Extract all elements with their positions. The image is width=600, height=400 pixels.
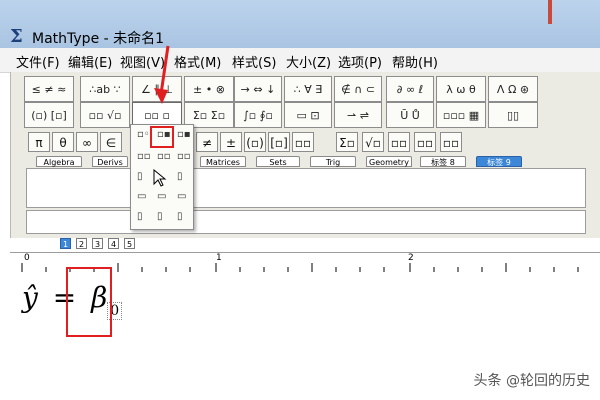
template-subscript[interactable]: ▫▫ — [414, 132, 436, 152]
palette-operators[interactable]: ± • ⊗ — [184, 76, 234, 102]
tab-sets[interactable]: Sets — [256, 156, 300, 167]
small-bar-area-2[interactable] — [26, 210, 586, 234]
title-bar: Σ MathType - 未命名1 — [0, 0, 600, 48]
template-under-a[interactable]: ▭ — [137, 191, 146, 202]
template-sqrt[interactable]: √▫ — [362, 132, 384, 152]
mathtype-app-icon: Σ — [10, 26, 23, 47]
template-left-subscript[interactable]: ▫◦ — [137, 129, 150, 140]
tab-label-8[interactable]: 标签 8 — [420, 156, 466, 167]
equation[interactable]: ŷ = β0 — [22, 281, 123, 320]
tab-label-9[interactable]: 标签 9 — [476, 156, 522, 167]
template-subsup-right[interactable]: ▫▪ — [177, 129, 191, 140]
tab-trig[interactable]: Trig — [310, 156, 356, 167]
template-right-subscript[interactable]: ▫▪ — [157, 129, 171, 140]
template-under-c[interactable]: ▭ — [177, 191, 186, 202]
palette-arrows[interactable]: → ⇔ ↓ — [234, 76, 282, 102]
palette-greek-upper[interactable]: Λ Ω ⊛ — [488, 76, 538, 102]
palette-logic[interactable]: ∴ ∀ ∃ — [284, 76, 332, 102]
template-fraction[interactable]: ▫▫ — [292, 132, 314, 152]
template-stack-a[interactable]: ▯ — [137, 171, 143, 182]
y-hat: ŷ — [22, 281, 38, 314]
mouse-cursor-icon — [153, 169, 167, 187]
window-title: MathType - 未命名1 — [32, 31, 165, 47]
template-superscript-b[interactable]: ▫▫ — [157, 151, 171, 162]
palette-greek-lower[interactable]: λ ω θ — [436, 76, 486, 102]
template-subsup[interactable]: ▫▫ — [440, 132, 462, 152]
template-brackets[interactable]: [▫] — [268, 132, 290, 152]
size-tab-1[interactable]: 1 — [60, 238, 71, 249]
template-stack-b[interactable]: ▯ — [177, 171, 183, 182]
template-under-b[interactable]: ▭ — [157, 191, 166, 202]
template-sum[interactable]: Σ▫ — [336, 132, 358, 152]
tab-algebra[interactable]: Algebra — [36, 156, 82, 167]
tab-derivs[interactable]: Derivs — [92, 156, 128, 167]
palette-relations[interactable]: ≤ ≠ ≈ — [24, 76, 74, 102]
symbol-plus-minus[interactable]: ± — [220, 132, 242, 152]
beta-symbol: β — [91, 281, 108, 314]
menu-options[interactable]: 选项(P) — [338, 52, 382, 71]
menu-file[interactable]: 文件(F) — [16, 52, 60, 71]
palette-products[interactable]: Ū Ů — [386, 102, 434, 128]
equals-sign: = — [52, 281, 77, 314]
template-over-c[interactable]: ▯ — [177, 211, 183, 222]
subscript-templates-dropdown: ▫◦ ▫▪ ▫▪ ▫▫ ▫▫ ▫▫ ▯ ▯ ▭ ▭ ▭ ▯ ▯ ▯ — [130, 124, 194, 230]
ruler-ticks — [21, 263, 579, 272]
symbol-not-equal[interactable]: ≠ — [196, 132, 218, 152]
symbol-theta[interactable]: θ — [52, 132, 74, 152]
tab-geometry[interactable]: Geometry — [366, 156, 412, 167]
menu-style[interactable]: 样式(S) — [232, 52, 276, 71]
tab-matrices[interactable]: Matrices — [200, 156, 246, 167]
menu-edit[interactable]: 编辑(E) — [68, 52, 112, 71]
small-bar-area[interactable] — [26, 168, 586, 208]
ruler-mark-2: 2 — [408, 253, 414, 263]
palette-labeled-arrows[interactable]: ⇀ ⇌ — [334, 102, 382, 128]
palette-fences[interactable]: (▫) [▫] — [24, 102, 74, 128]
red-arrow-icon — [154, 45, 170, 104]
menu-size[interactable]: 大小(Z) — [286, 52, 331, 71]
size-tab-4[interactable]: 4 — [108, 238, 119, 249]
palette-spaces[interactable]: ∴ab ∵ — [80, 76, 130, 102]
palette-integrals[interactable]: ∫▫ ∮▫ — [234, 102, 282, 128]
template-superscript-c[interactable]: ▫▫ — [177, 151, 191, 162]
subscript-slot[interactable]: 0 — [107, 302, 123, 320]
title-decoration — [548, 0, 552, 24]
symbol-element-of[interactable]: ∈ — [100, 132, 122, 152]
template-superscript[interactable]: ▫▫ — [388, 132, 410, 152]
palette-misc[interactable]: ∂ ∞ ℓ — [386, 76, 434, 102]
palette-fractions-radicals[interactable]: ▫▫ √▫ — [80, 102, 130, 128]
ruler-mark-0: 0 — [24, 253, 30, 263]
menu-format[interactable]: 格式(M) — [174, 52, 221, 71]
size-tab-2[interactable]: 2 — [76, 238, 87, 249]
template-superscript-a[interactable]: ▫▫ — [137, 151, 151, 162]
size-tab-3[interactable]: 3 — [92, 238, 103, 249]
palette-sets[interactable]: ∉ ∩ ⊂ — [334, 76, 382, 102]
menu-help[interactable]: 帮助(H) — [392, 52, 438, 71]
palette-matrices[interactable]: ▫▫▫ ▦ — [436, 102, 486, 128]
size-tab-5[interactable]: 5 — [124, 238, 135, 249]
palette-bars[interactable]: ▭ ⊡ — [284, 102, 332, 128]
template-parentheses[interactable]: (▫) — [244, 132, 266, 152]
symbol-infinity[interactable]: ∞ — [76, 132, 98, 152]
template-over-a[interactable]: ▯ — [137, 211, 143, 222]
ruler-mark-1: 1 — [216, 253, 222, 263]
symbol-pi[interactable]: π — [28, 132, 50, 152]
ruler: 0 1 2 — [10, 252, 600, 274]
template-over-b[interactable]: ▯ — [157, 211, 163, 222]
watermark: 头条 @轮回的历史 — [473, 373, 590, 389]
palette-boxes[interactable]: ▯▯ — [488, 102, 538, 128]
menu-bar: 文件(F) 编辑(E) 视图(V) 格式(M) 样式(S) 大小(Z) 选项(P… — [0, 48, 600, 73]
